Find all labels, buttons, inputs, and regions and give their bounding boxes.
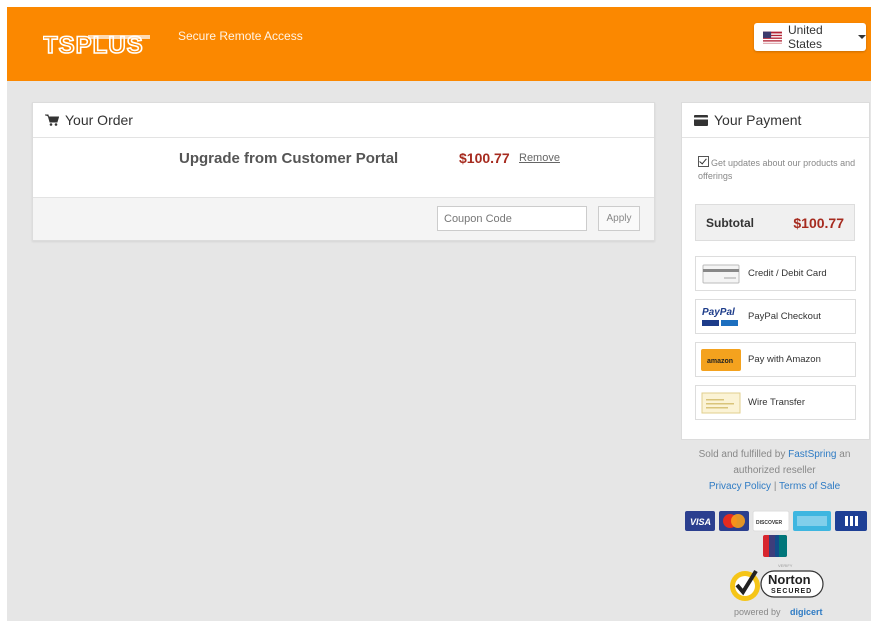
header-bar: TSPLUS Secure Remote Access United State…	[7, 7, 871, 81]
reseller-info: Sold and fulfilled by FastSpring an auth…	[681, 447, 868, 495]
updates-checkbox-row[interactable]: Get updates about our products and offer…	[682, 138, 869, 186]
checkout-page: TSPLUS Secure Remote Access United State…	[7, 7, 871, 621]
pay-option-label: Credit / Debit Card	[748, 268, 827, 279]
order-panel: Your Order Upgrade from Customer Portal …	[32, 102, 655, 241]
country-label: United States	[787, 23, 823, 51]
order-title: Your Order	[65, 112, 133, 128]
updates-checkbox[interactable]	[698, 156, 709, 167]
discover-logo: DISCOVER	[752, 510, 790, 532]
chevron-down-icon	[858, 35, 866, 39]
pay-option-label: Pay with Amazon	[748, 354, 821, 365]
shopping-cart-icon	[45, 114, 59, 126]
mastercard-logo	[719, 511, 749, 531]
svg-text:digicert: digicert	[790, 607, 823, 617]
country-selector[interactable]: United States	[754, 23, 866, 51]
subtotal-label: Subtotal	[706, 215, 754, 230]
svg-text:DISCOVER: DISCOVER	[756, 520, 783, 526]
tsplus-logo: TSPLUS	[43, 31, 150, 59]
svg-text:amazon: amazon	[707, 358, 733, 365]
pay-wire-transfer-option[interactable]: Wire Transfer	[695, 385, 856, 420]
pay-paypal-option[interactable]: PayPal PayPal Checkout	[695, 299, 856, 334]
svg-text:PayPal: PayPal	[702, 307, 735, 318]
order-panel-header: Your Order	[33, 103, 654, 138]
amex-logo	[793, 511, 831, 531]
sold-prefix: Sold and fulfilled by	[698, 449, 789, 460]
visa-logo: VISA	[685, 511, 715, 531]
svg-text:VERIFY: VERIFY	[778, 563, 793, 568]
order-item-row: Upgrade from Customer Portal $100.77 Rem…	[33, 138, 654, 198]
credit-card-icon	[694, 114, 708, 126]
product-name: Upgrade from Customer Portal	[179, 150, 399, 167]
payment-panel: Your Payment Get updates about our produ…	[681, 102, 870, 440]
pay-option-label: Wire Transfer	[748, 397, 806, 408]
coupon-code-input[interactable]	[437, 206, 587, 231]
us-flag-icon	[763, 31, 782, 43]
svg-text:VISA: VISA	[690, 517, 711, 527]
product-price: $100.77	[459, 150, 510, 166]
paypal-icon: PayPal	[701, 305, 741, 329]
updates-label: Get updates about our products and offer…	[698, 158, 856, 181]
svg-text:SECURED: SECURED	[771, 588, 812, 595]
pay-option-label: PayPal Checkout	[748, 311, 821, 322]
fastspring-link[interactable]: FastSpring	[788, 449, 836, 460]
card-logos: VISA DISCOVER	[685, 510, 867, 557]
pay-amazon-option[interactable]: amazon Pay with Amazon	[695, 342, 856, 377]
link-separator: |	[771, 481, 780, 492]
svg-text:Norton: Norton	[768, 572, 811, 587]
pay-credit-card-option[interactable]: Credit / Debit Card	[695, 256, 856, 291]
jcb-logo	[835, 511, 867, 531]
apply-coupon-button[interactable]: Apply	[598, 206, 640, 231]
subtotal-box: Subtotal $100.77	[695, 204, 855, 241]
remove-link[interactable]: Remove	[519, 152, 560, 164]
subtotal-value: $100.77	[793, 214, 844, 231]
credit-card-icon	[701, 262, 741, 286]
coupon-row: Apply	[33, 198, 654, 240]
unionpay-logo	[763, 535, 787, 557]
terms-of-sale-link[interactable]: Terms of Sale	[779, 481, 840, 492]
privacy-policy-link[interactable]: Privacy Policy	[709, 481, 771, 492]
svg-text:powered by: powered by	[734, 607, 781, 617]
wire-transfer-icon	[701, 391, 741, 415]
tagline: Secure Remote Access	[178, 29, 303, 43]
payment-title: Your Payment	[714, 112, 802, 128]
payment-panel-header: Your Payment	[682, 103, 869, 138]
norton-secured-badge: VERIFY Norton SECURED powered by digicer…	[730, 563, 824, 617]
amazon-icon: amazon	[701, 348, 741, 372]
